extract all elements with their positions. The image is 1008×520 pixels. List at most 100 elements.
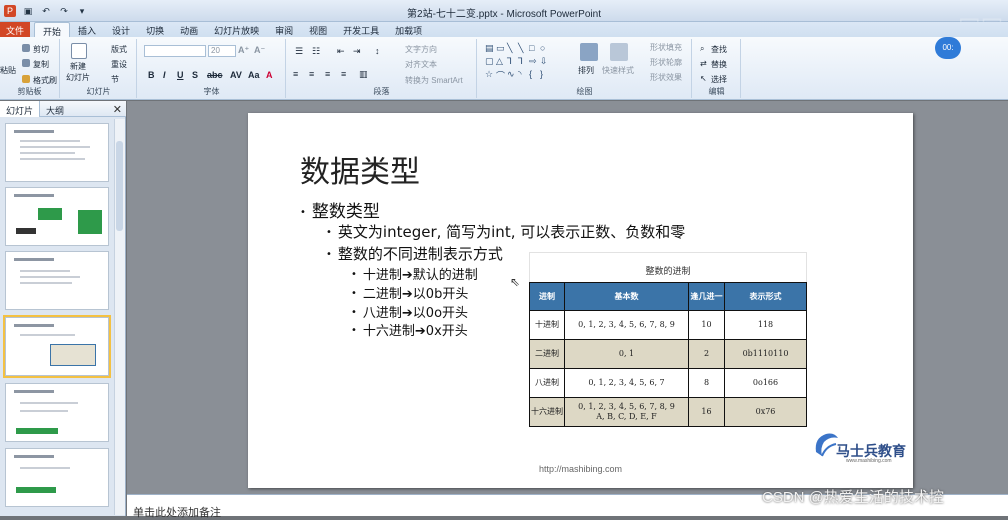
tab-home[interactable]: 开始 — [34, 22, 71, 37]
justify-icon[interactable]: ≡ — [341, 69, 346, 79]
bullet-level3[interactable]: • 十六进制➔0x开头 — [351, 320, 468, 339]
bullet-level2[interactable]: • 英文为integer, 简写为int, 可以表示正数、负数和零 — [326, 221, 685, 242]
shape-fill-button[interactable]: 形状填充 — [650, 42, 682, 53]
slide-thumbnail[interactable] — [5, 448, 109, 507]
shape-effects-button[interactable]: 形状效果 — [650, 72, 682, 83]
quick-styles-button[interactable]: 快速样式 — [602, 65, 634, 76]
tab-view[interactable]: 视图 — [301, 22, 335, 37]
slide-thumbnail[interactable] — [5, 383, 109, 442]
slide-thumbnail-selected[interactable] — [3, 315, 111, 378]
cut-button[interactable]: 剪切 — [33, 44, 49, 55]
line2-shape-icon[interactable]: ╲ — [518, 43, 529, 56]
radix-table[interactable]: 进制 基本数 逢几进一 表示形式 十进制 0, 1, 2, 3, 4, 5, 6… — [529, 282, 807, 427]
shapes-gallery[interactable]: ▤ ▭ ╲ ╲ □ ○ ▢ △ ⅂ ⅂ ⇨ ⇩ ☆ ⌒ ∿ ◝{} — [485, 43, 551, 82]
rounded-rect-shape-icon[interactable]: ▢ — [485, 56, 496, 69]
grow-font-icon[interactable]: A⁺ — [238, 45, 249, 56]
thumb-line — [20, 146, 90, 148]
font-name-combo[interactable] — [144, 45, 206, 57]
shape-outline-button[interactable]: 形状轮廓 — [650, 57, 682, 68]
bullet-level1[interactable]: • 整数类型 — [300, 197, 380, 222]
brace-shape-icon[interactable]: ⌒ — [496, 69, 507, 82]
slide-thumbnail[interactable] — [5, 123, 109, 182]
change-case-icon[interactable]: Aa — [248, 70, 260, 80]
rect2-shape-icon[interactable]: □ — [529, 43, 540, 56]
align-right-icon[interactable]: ≡ — [325, 69, 330, 79]
font-size-combo[interactable]: 20 — [208, 45, 236, 57]
align-text-button[interactable]: 对齐文本 — [405, 59, 437, 70]
line-shape-icon[interactable]: ╲ — [507, 43, 518, 56]
arc-shape-icon[interactable]: ◝ — [518, 69, 529, 82]
tab-animations[interactable]: 动画 — [172, 22, 206, 37]
tab-transitions[interactable]: 切换 — [138, 22, 172, 37]
table-cell: 0b1110110 — [724, 339, 807, 369]
bullet-level3[interactable]: • 八进制➔以0o开头 — [351, 302, 468, 321]
brace-left-shape-icon[interactable]: { — [529, 69, 540, 82]
align-left-icon[interactable]: ≡ — [293, 69, 298, 79]
tab-review[interactable]: 审阅 — [267, 22, 301, 37]
find-button[interactable]: 查找 — [711, 44, 727, 55]
star-shape-icon[interactable]: ☆ — [485, 69, 496, 82]
curve-shape-icon[interactable]: ∿ — [507, 69, 518, 82]
decrease-indent-icon[interactable]: ⇤ — [337, 46, 345, 57]
tab-outline[interactable]: 大纲 — [40, 101, 70, 117]
tab-addins[interactable]: 加载项 — [387, 22, 430, 37]
rectangle-shape-icon[interactable]: ▭ — [496, 43, 507, 56]
oval-shape-icon[interactable]: ○ — [540, 43, 551, 56]
elbow-shape-icon[interactable]: ⅂ — [507, 56, 518, 69]
textbox-shape-icon[interactable]: ▤ — [485, 43, 496, 56]
table-cell: 十进制 — [529, 310, 565, 340]
line-spacing-icon[interactable]: ↕ — [375, 46, 380, 56]
bullet-level2[interactable]: • 整数的不同进制表示方式 — [326, 243, 503, 264]
tab-insert[interactable]: 插入 — [70, 22, 104, 37]
thumb-title — [14, 258, 54, 261]
bullets-icon[interactable]: ☰ — [295, 46, 303, 57]
smartart-button[interactable]: 转换为 SmartArt — [405, 75, 463, 86]
copy-button[interactable]: 复制 — [33, 59, 49, 70]
bold-icon[interactable]: B — [148, 70, 155, 80]
underline-icon[interactable]: U — [177, 70, 184, 80]
layout-button[interactable]: 版式 — [111, 44, 127, 55]
ribbon-tabs: 文件 开始 插入 设计 切换 动画 幻灯片放映 审阅 视图 开发工具 加载项 — [0, 22, 1008, 37]
bullet-level3[interactable]: • 十进制➔默认的进制 — [351, 264, 478, 283]
tab-file[interactable]: 文件 — [0, 22, 31, 37]
replace-button[interactable]: 替换 — [711, 59, 727, 70]
shrink-font-icon[interactable]: A⁻ — [254, 45, 265, 56]
text-direction-button[interactable]: 文字方向 — [405, 44, 437, 55]
tab-slides[interactable]: 幻灯片 — [0, 101, 41, 117]
section-button[interactable]: 节 — [111, 74, 119, 85]
format-painter-button[interactable]: 格式刷 — [33, 75, 57, 86]
slide[interactable]: 数据类型 • 整数类型 • 英文为integer, 简写为int, 可以表示正数、负… — [248, 113, 913, 488]
italic-icon[interactable]: I — [163, 70, 166, 80]
shadow-icon[interactable]: S — [192, 70, 198, 80]
new-slide-button[interactable]: 新建 幻灯片 — [66, 61, 90, 83]
bullet-level3[interactable]: • 二进制➔以0b开头 — [351, 283, 468, 302]
arrow-right-shape-icon[interactable]: ⇨ — [529, 56, 540, 69]
drawing-group-label: 绘图 — [576, 87, 593, 96]
triangle-shape-icon[interactable]: △ — [496, 56, 507, 69]
tab-developer[interactable]: 开发工具 — [335, 22, 387, 37]
tab-slideshow[interactable]: 幻灯片放映 — [206, 22, 267, 37]
scrollbar-thumb[interactable] — [116, 141, 123, 231]
select-button[interactable]: 选择 — [711, 74, 727, 85]
arrow-down-shape-icon[interactable]: ⇩ — [540, 56, 551, 69]
brace-right-shape-icon[interactable]: } — [540, 69, 551, 82]
slide-title[interactable]: 数据类型 — [300, 147, 420, 191]
align-center-icon[interactable]: ≡ — [309, 69, 314, 79]
watermark: CSDN @热爱生活的技术控 — [762, 489, 944, 506]
elbow2-shape-icon[interactable]: ⅂ — [518, 56, 529, 69]
strikethrough-icon[interactable]: abc — [207, 70, 223, 80]
font-color-icon[interactable]: A — [266, 70, 273, 80]
char-spacing-icon[interactable]: AV — [230, 70, 242, 80]
close-pane-icon[interactable]: ✕ — [113, 103, 122, 116]
increase-indent-icon[interactable]: ⇥ — [353, 46, 361, 57]
tab-design[interactable]: 设计 — [104, 22, 138, 37]
thumb-title — [14, 455, 54, 458]
reset-button[interactable]: 重设 — [111, 59, 127, 70]
slide-thumbnail[interactable] — [5, 251, 109, 310]
arrange-button[interactable]: 排列 — [578, 65, 594, 76]
columns-icon[interactable]: ▥ — [359, 69, 368, 80]
numbering-icon[interactable]: ☷ — [312, 46, 320, 57]
slide-thumbnail[interactable] — [5, 187, 109, 246]
table-row: 十进制 0, 1, 2, 3, 4, 5, 6, 7, 8, 9 10 118 — [529, 310, 807, 340]
paste-button[interactable]: 粘贴 — [0, 65, 16, 76]
